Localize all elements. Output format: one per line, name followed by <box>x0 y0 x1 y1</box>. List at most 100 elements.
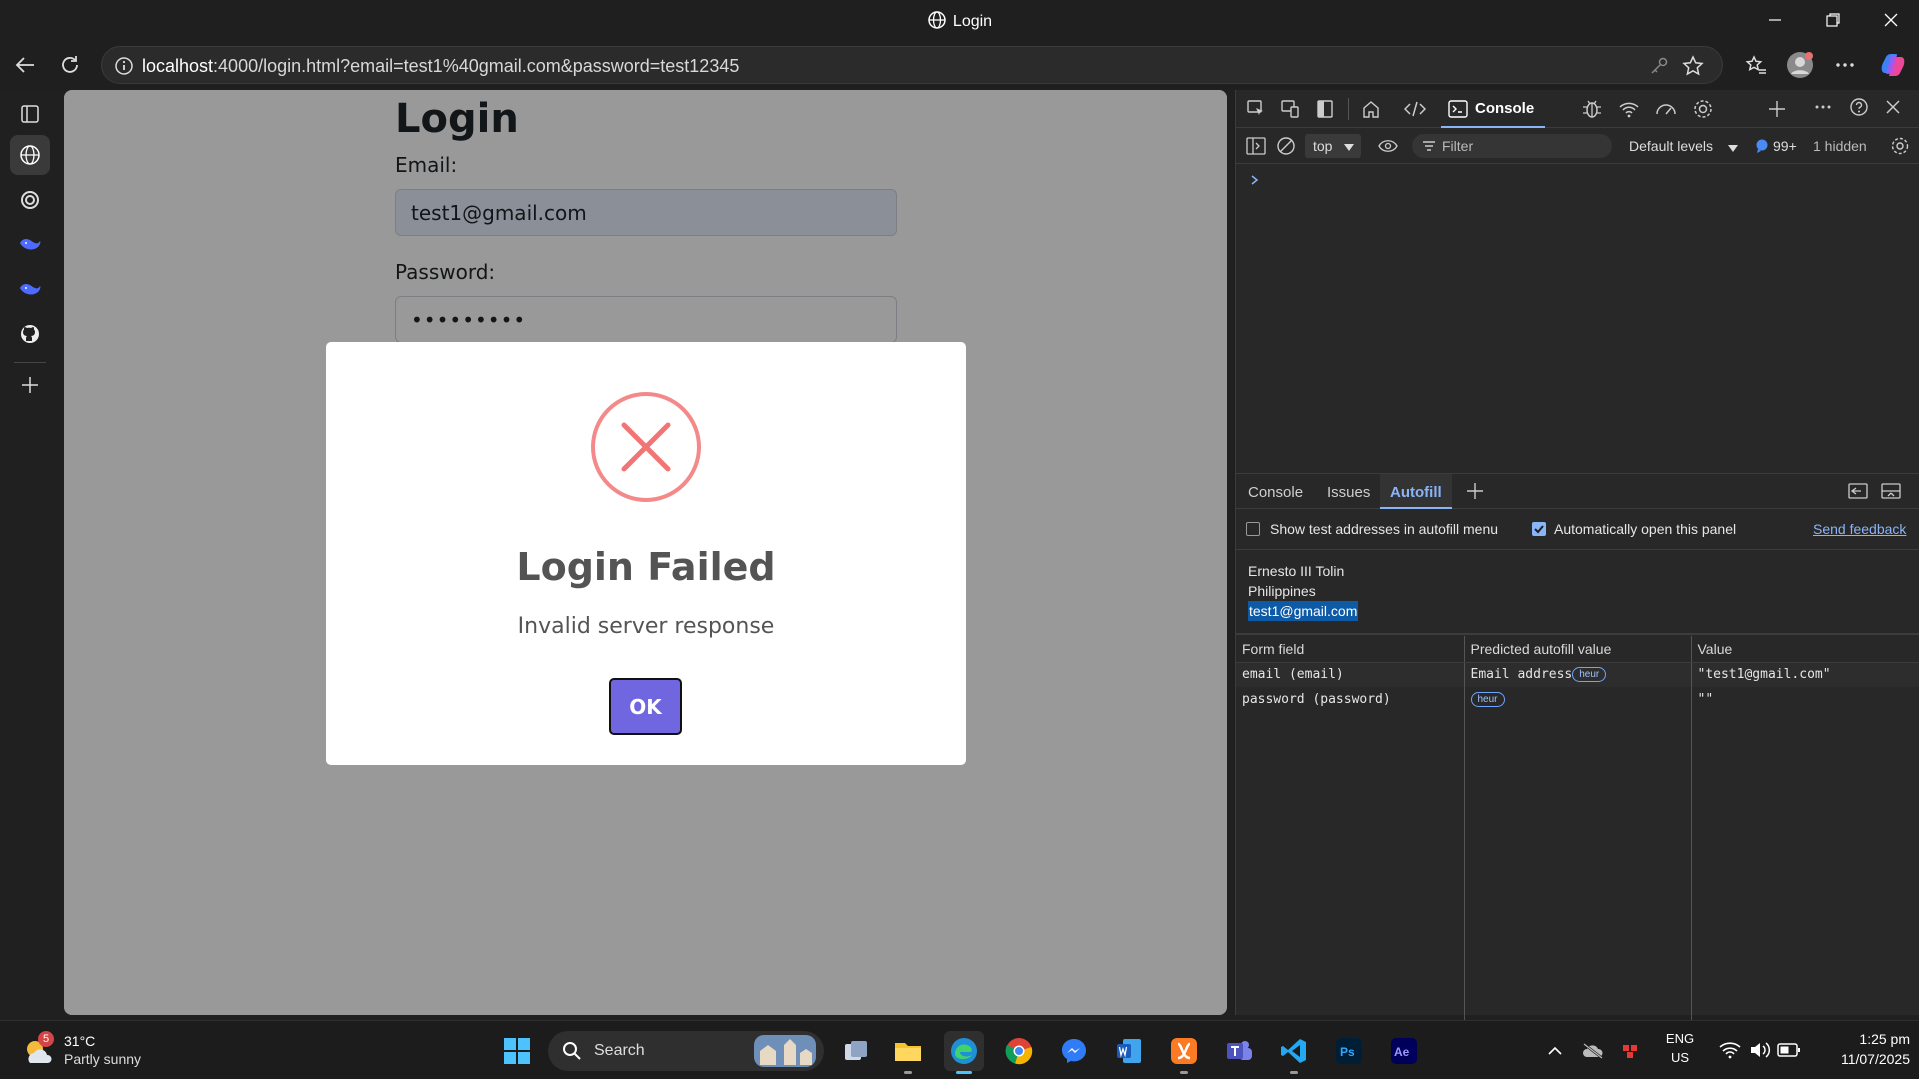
copilot-button[interactable] <box>1875 47 1911 83</box>
teams-icon <box>1227 1041 1252 1060</box>
address-bar[interactable]: localhost:4000/login.html?email=test1%40… <box>101 46 1723 84</box>
taskbar-search[interactable]: Search <box>548 1031 824 1071</box>
close-devtools-button[interactable] <box>1879 93 1907 121</box>
tab-console[interactable]: Console <box>1441 90 1545 128</box>
row-predicted: heur <box>1464 687 1692 712</box>
weather-widget[interactable]: 5 31°C Partly sunny <box>22 1031 162 1071</box>
tab-sources[interactable] <box>1578 95 1606 123</box>
collapse-drawer-button[interactable] <box>1877 477 1905 505</box>
minimize-button[interactable] <box>1748 0 1802 40</box>
login-page: Login Email: test1@gmail.com Password: •… <box>64 90 1227 1015</box>
column-header-predicted[interactable]: Predicted autofill value <box>1464 636 1692 663</box>
taskbar-after-effects[interactable]: Ae <box>1384 1031 1424 1071</box>
taskbar-messenger[interactable] <box>1054 1031 1094 1071</box>
language-indicator[interactable]: ENG US <box>1655 1029 1705 1073</box>
tab-performance[interactable] <box>1652 95 1680 123</box>
url-text[interactable]: localhost:4000/login.html?email=test1%40… <box>142 56 739 77</box>
drawer-tab-autofill[interactable]: Autofill <box>1380 474 1452 509</box>
cloud-offline-icon <box>1583 1043 1603 1059</box>
column-header-form-field[interactable]: Form field <box>1236 636 1465 663</box>
console-sidebar-button[interactable] <box>1242 132 1270 160</box>
clear-console-button[interactable] <box>1272 132 1300 160</box>
tab-welcome[interactable] <box>1357 95 1385 123</box>
column-header-value[interactable]: Value <box>1691 636 1919 663</box>
move-drawer-button[interactable] <box>1844 477 1872 505</box>
taskbar-vscode[interactable] <box>1274 1031 1314 1074</box>
table-row[interactable]: password (password) heur "" <box>1236 687 1919 712</box>
tray-app[interactable] <box>1612 1031 1652 1071</box>
toolbar-divider <box>1348 98 1349 120</box>
inspect-element-button[interactable] <box>1242 95 1270 123</box>
language-label: ENG <box>1665 1031 1695 1046</box>
sidebar-tab-deepseek-1[interactable] <box>10 225 50 265</box>
profile-button[interactable] <box>1782 47 1818 83</box>
sidebar-tab-github[interactable] <box>10 314 50 354</box>
auto-open-label: Automatically open this panel <box>1554 521 1737 537</box>
quick-settings[interactable] <box>1715 1037 1807 1065</box>
taskbar-teams[interactable] <box>1219 1031 1259 1071</box>
back-button[interactable] <box>7 47 43 83</box>
chrome-icon <box>1005 1038 1033 1065</box>
dock-toggle-button[interactable] <box>1311 95 1339 123</box>
sidebar-tab-deepseek-2[interactable] <box>10 270 50 310</box>
taskbar-chrome[interactable] <box>999 1031 1039 1071</box>
favorite-star-icon[interactable] <box>1682 55 1704 77</box>
start-button[interactable] <box>497 1031 537 1071</box>
console-output[interactable] <box>1236 164 1919 464</box>
issues-counter[interactable]: 99+ <box>1755 134 1805 158</box>
ok-button[interactable]: OK <box>609 678 682 735</box>
refresh-button[interactable] <box>52 47 88 83</box>
show-test-addresses-checkbox[interactable] <box>1246 522 1260 536</box>
taskbar-file-explorer[interactable] <box>888 1031 928 1074</box>
more-tools-button[interactable] <box>1763 95 1791 123</box>
table-row[interactable]: email (email) Email address heur "test1@g… <box>1236 662 1919 687</box>
taskbar-xampp[interactable] <box>1164 1031 1204 1074</box>
tab-actions-button[interactable] <box>10 94 50 134</box>
more-dots-icon <box>1836 63 1854 67</box>
add-sidebar-app-button[interactable] <box>10 365 50 405</box>
close-window-button[interactable] <box>1864 0 1918 40</box>
favorites-button[interactable] <box>1738 47 1774 83</box>
eye-icon <box>1378 140 1398 152</box>
sidebar-tab-openai[interactable] <box>10 180 50 220</box>
svg-text:Ae: Ae <box>1394 1045 1410 1059</box>
tab-elements[interactable] <box>1401 95 1429 123</box>
profile-email: test1@gmail.com <box>1248 601 1359 621</box>
add-drawer-tab-button[interactable] <box>1461 477 1489 505</box>
restore-button[interactable] <box>1806 0 1860 40</box>
live-expression-button[interactable] <box>1374 132 1402 160</box>
help-button[interactable] <box>1845 93 1873 121</box>
customize-devtools-button[interactable] <box>1809 93 1837 121</box>
taskbar-photoshop[interactable]: Ps <box>1329 1031 1369 1071</box>
weather-badge: 5 <box>38 1031 54 1047</box>
more-button[interactable] <box>1827 47 1863 83</box>
drawer-tab-console[interactable]: Console <box>1248 484 1303 501</box>
device-emulation-button[interactable] <box>1276 95 1304 123</box>
tab-application[interactable] <box>1689 95 1717 123</box>
auto-open-checkbox[interactable] <box>1532 522 1546 536</box>
send-feedback-link[interactable]: Send feedback <box>1813 521 1906 537</box>
console-tab-label: Console <box>1475 100 1535 117</box>
show-hidden-icons-button[interactable] <box>1535 1031 1575 1071</box>
key-icon[interactable] <box>1649 56 1669 76</box>
taskbar-task-view[interactable] <box>836 1031 876 1071</box>
tray-onedrive[interactable] <box>1573 1031 1613 1071</box>
show-test-addresses-label: Show test addresses in autofill menu <box>1270 521 1499 537</box>
info-icon[interactable] <box>114 56 134 76</box>
taskbar-word[interactable] <box>1109 1031 1149 1071</box>
devtools-panel: Console top Filter Default levels 99+ 1 … <box>1235 90 1919 1022</box>
console-icon <box>1448 100 1468 118</box>
console-filter-input[interactable]: Filter <box>1412 134 1612 158</box>
search-icon <box>563 1042 581 1060</box>
taskbar-edge[interactable] <box>944 1031 984 1074</box>
context-selector[interactable]: top <box>1305 134 1361 158</box>
log-levels-dropdown[interactable]: Default levels <box>1629 134 1741 158</box>
weather-temp: 31°C <box>64 1033 96 1049</box>
drawer-tab-issues[interactable]: Issues <box>1327 484 1370 501</box>
clock[interactable]: 1:25 pm 11/07/2025 <box>1810 1029 1910 1073</box>
tab-network[interactable] <box>1615 95 1643 123</box>
error-x-icon <box>591 392 701 502</box>
sidebar-tab-login[interactable] <box>10 135 50 175</box>
console-settings-button[interactable] <box>1886 132 1914 160</box>
openai-icon <box>21 191 39 209</box>
